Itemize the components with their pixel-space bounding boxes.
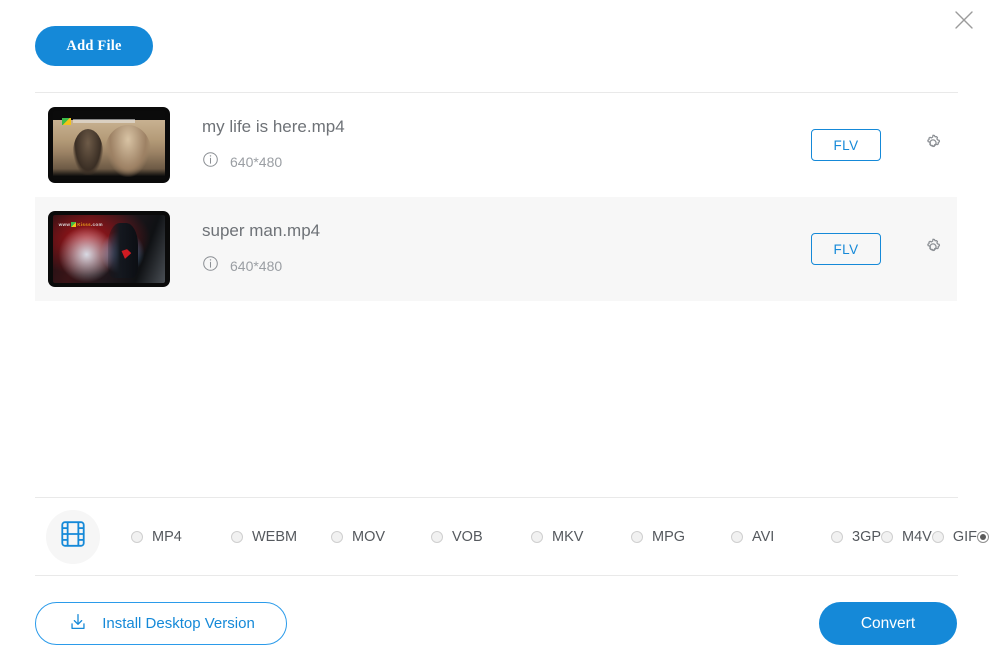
format-option-m4v[interactable]: M4V xyxy=(881,529,932,545)
file-info: super man.mp4 640*480 xyxy=(202,221,811,276)
file-name: super man.mp4 xyxy=(202,221,811,241)
format-option-label: MPG xyxy=(652,529,685,545)
format-option-mov[interactable]: MOV xyxy=(331,529,431,545)
add-file-button[interactable]: Add File xyxy=(35,26,153,66)
format-option-label: GIF xyxy=(953,529,977,545)
radio-icon xyxy=(831,531,843,543)
film-strip-icon xyxy=(58,519,88,554)
radio-icon xyxy=(231,531,243,543)
file-resolution: 640*480 xyxy=(230,154,282,170)
radio-icon xyxy=(431,531,443,543)
file-resolution: 640*480 xyxy=(230,258,282,274)
file-thumbnail[interactable] xyxy=(48,107,170,183)
converter-window: Add File my life is here.mp4 xyxy=(0,0,992,671)
info-icon[interactable] xyxy=(202,255,219,277)
format-option-label: M4V xyxy=(902,529,932,545)
format-options: MP4 WEBM MOV VOB MKV MPG xyxy=(131,521,992,552)
output-format-button[interactable]: FLV xyxy=(811,233,881,265)
file-details: 640*480 xyxy=(202,151,811,173)
file-thumbnail[interactable]: wwwKisss.com xyxy=(48,211,170,287)
convert-button[interactable]: Convert xyxy=(819,602,957,645)
table-row[interactable]: wwwKisss.com super man.mp4 640*480 xyxy=(35,197,957,301)
format-option-mp4[interactable]: MP4 xyxy=(131,529,231,545)
format-option-gif[interactable]: GIF xyxy=(932,529,977,545)
radio-icon xyxy=(131,531,143,543)
thumbnail-image xyxy=(53,111,165,179)
radio-icon xyxy=(631,531,643,543)
file-list: my life is here.mp4 640*480 FLV xyxy=(0,93,992,301)
format-option-3gp[interactable]: 3GP xyxy=(831,529,881,545)
format-option-avi[interactable]: AVI xyxy=(731,529,831,545)
format-option-webm[interactable]: WEBM xyxy=(231,529,331,545)
format-selector: MP4 WEBM MOV VOB MKV MPG xyxy=(35,498,958,575)
format-option-flv[interactable]: FLV xyxy=(977,529,992,545)
gear-icon xyxy=(921,131,945,160)
file-settings-button[interactable] xyxy=(915,231,951,267)
format-option-label: WEBM xyxy=(252,529,297,545)
thumbnail-figure xyxy=(108,223,138,277)
format-option-vob[interactable]: VOB xyxy=(431,529,531,545)
install-desktop-version-button[interactable]: Install Desktop Version xyxy=(35,602,287,645)
radio-icon xyxy=(331,531,343,543)
install-button-label: Install Desktop Version xyxy=(102,615,255,632)
format-option-label: 3GP xyxy=(852,529,881,545)
format-option-label: VOB xyxy=(452,529,483,545)
file-settings-button[interactable] xyxy=(915,127,951,163)
radio-icon xyxy=(932,531,944,543)
file-info: my life is here.mp4 640*480 xyxy=(202,117,811,172)
thumbnail-logo-icon xyxy=(62,118,71,125)
format-option-label: MP4 xyxy=(152,529,182,545)
file-details: 640*480 xyxy=(202,255,811,277)
table-row[interactable]: my life is here.mp4 640*480 FLV xyxy=(35,93,957,197)
video-format-tab[interactable] xyxy=(46,510,100,564)
thumbnail-image: wwwKisss.com xyxy=(53,215,165,283)
footer: Install Desktop Version Convert xyxy=(0,576,992,671)
format-option-mpg[interactable]: MPG xyxy=(631,529,731,545)
download-icon xyxy=(67,611,89,637)
thumbnail-banner xyxy=(73,119,135,123)
radio-icon xyxy=(977,531,989,543)
format-option-label: AVI xyxy=(752,529,774,545)
radio-icon xyxy=(531,531,543,543)
info-icon[interactable] xyxy=(202,151,219,173)
format-option-mkv[interactable]: MKV xyxy=(531,529,631,545)
format-option-label: MKV xyxy=(552,529,583,545)
gear-icon xyxy=(921,235,945,264)
radio-icon xyxy=(731,531,743,543)
output-format-button[interactable]: FLV xyxy=(811,129,881,161)
thumbnail-watermark: wwwKisss.com xyxy=(59,222,103,227)
radio-icon xyxy=(881,531,893,543)
toolbar: Add File xyxy=(0,0,992,92)
format-option-label: MOV xyxy=(352,529,385,545)
file-name: my life is here.mp4 xyxy=(202,117,811,137)
